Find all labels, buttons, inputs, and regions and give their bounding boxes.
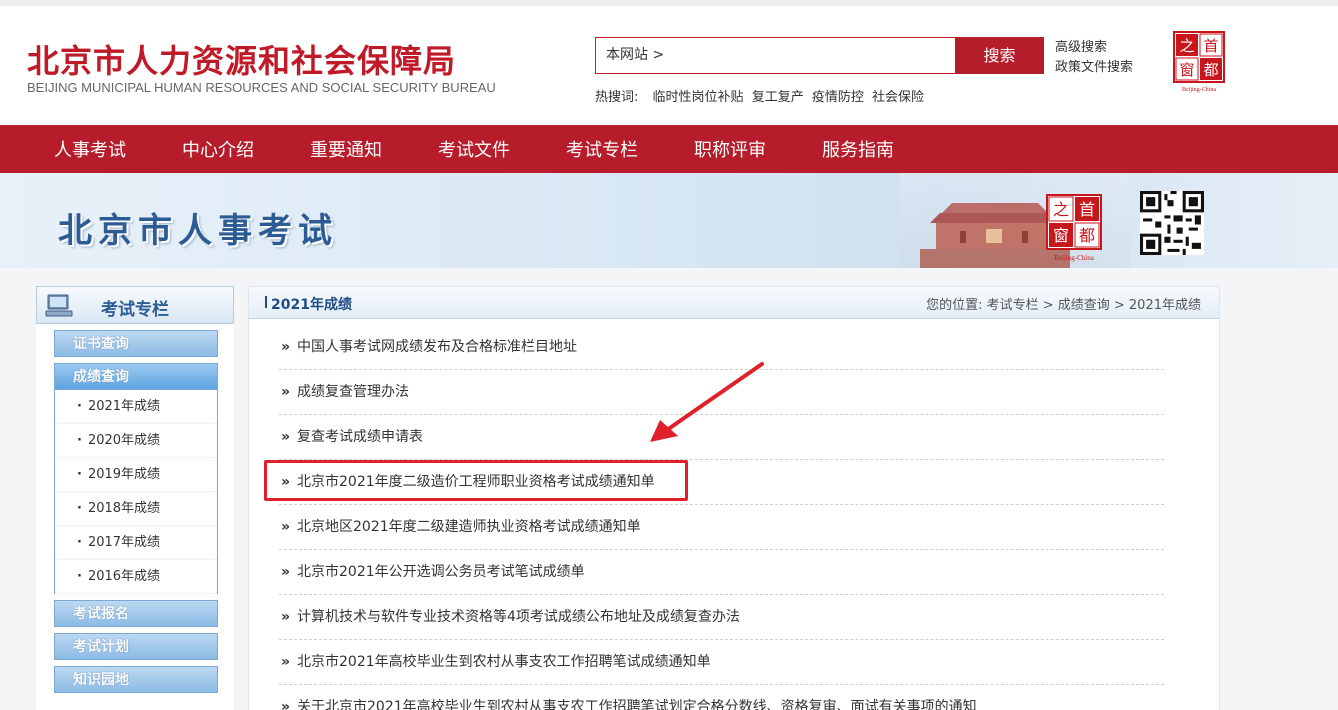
list-item[interactable]: 计算机技术与软件专业技术资格等4项考试成绩公布地址及成绩复查办法 [279, 595, 1164, 640]
list-item[interactable]: 关于北京市2021年高校毕业生到农村从事支农工作招聘笔试划定合格分数线、资格复审… [279, 685, 1164, 710]
banner-title: 北京市人事考试 [58, 211, 338, 251]
sidebar: 考试专栏 证书查询 成绩查询 2021年成绩 2020年成绩 2019年成绩 2… [36, 286, 234, 710]
seal-caption: Beijing-China [1054, 254, 1095, 262]
seal-char: 窗 [1053, 226, 1069, 245]
main-area: 考试专栏 证书查询 成绩查询 2021年成绩 2020年成绩 2019年成绩 2… [0, 268, 1338, 710]
nav-item-column[interactable]: 考试专栏 [566, 136, 638, 162]
seal-char: 首 [1203, 37, 1218, 55]
sidebar-item-cert[interactable]: 证书查询 [54, 330, 218, 357]
list-item[interactable]: 北京地区2021年度二级建造师执业资格考试成绩通知单 [279, 505, 1164, 550]
sidebar-item-plan[interactable]: 考试计划 [54, 633, 218, 660]
list-item[interactable]: 成绩复查管理办法 [279, 370, 1164, 415]
sidebar-subitem-2016[interactable]: 2016年成绩 [55, 560, 217, 594]
page-banner: 北京市人事考试 之 首 窗 都 Beijing-China [0, 173, 1338, 268]
search-button[interactable]: 搜索 [955, 37, 1044, 74]
seal-char: 首 [1079, 200, 1095, 219]
sidebar-subitem-2017[interactable]: 2017年成绩 [55, 526, 217, 560]
hot-search-terms: 热搜词: 临时性岗位补贴 复工复产 疫情防控 社会保险 [595, 86, 928, 105]
list-item[interactable]: 中国人事考试网成绩发布及合格标准栏目地址 [279, 325, 1164, 370]
site-header: 北京市人力资源和社会保障局 BEIJING MUNICIPAL HUMAN RE… [0, 6, 1338, 125]
hot-term[interactable]: 临时性岗位补贴 [653, 90, 744, 105]
hot-search-label: 热搜词: [595, 90, 639, 105]
seal-caption: Beijing-China [1182, 87, 1216, 93]
site-logo-cn[interactable]: 北京市人力资源和社会保障局 [27, 36, 456, 82]
site-logo-en: BEIJING MUNICIPAL HUMAN RESOURCES AND SO… [27, 80, 496, 95]
seal-char: 都 [1203, 61, 1218, 79]
result-list: 中国人事考试网成绩发布及合格标准栏目地址 成绩复查管理办法 复查考试成绩申请表 … [279, 325, 1164, 710]
seal-char: 之 [1053, 200, 1069, 219]
sidebar-item-signup[interactable]: 考试报名 [54, 600, 218, 627]
nav-item-files[interactable]: 考试文件 [438, 136, 510, 162]
list-item[interactable]: 复查考试成绩申请表 [279, 415, 1164, 460]
hot-term[interactable]: 复工复产 [752, 90, 804, 105]
section-title: 2021年成绩 [265, 294, 352, 314]
seal-char: 之 [1179, 37, 1194, 55]
sidebar-item-knowledge[interactable]: 知识园地 [54, 666, 218, 693]
capital-window-seal-icon[interactable]: 之 首 窗 都 Beijing-China [1172, 30, 1228, 94]
content-header: 2021年成绩 您的位置: 考试专栏 > 成绩查询 > 2021年成绩 [249, 287, 1219, 319]
list-item[interactable]: 北京市2021年公开选调公务员考试笔试成绩单 [279, 550, 1164, 595]
advanced-search-link[interactable]: 高级搜索 [1055, 38, 1133, 58]
sidebar-subitem-2019[interactable]: 2019年成绩 [55, 458, 217, 492]
hot-term[interactable]: 疫情防控 [812, 90, 864, 105]
content-panel: 2021年成绩 您的位置: 考试专栏 > 成绩查询 > 2021年成绩 中国人事… [248, 286, 1220, 710]
computer-icon [45, 294, 73, 317]
sidebar-subitem-2021[interactable]: 2021年成绩 [55, 390, 217, 424]
nav-item-exam[interactable]: 人事考试 [54, 136, 126, 162]
nav-item-service[interactable]: 服务指南 [822, 136, 894, 162]
qr-code-icon[interactable] [1140, 191, 1204, 255]
seal-char: 都 [1079, 226, 1095, 245]
policy-search-link[interactable]: 政策文件搜索 [1055, 58, 1133, 78]
hot-term[interactable]: 社会保险 [872, 90, 924, 105]
nav-item-notice[interactable]: 重要通知 [310, 136, 382, 162]
sidebar-subitem-2020[interactable]: 2020年成绩 [55, 424, 217, 458]
banner-seal-icon: 之 首 窗 都 Beijing-China [1046, 194, 1102, 262]
search-input[interactable]: 本网站 > [595, 37, 955, 74]
nav-item-center[interactable]: 中心介绍 [182, 136, 254, 162]
sidebar-title: 考试专栏 [101, 300, 169, 320]
score-year-list: 2021年成绩 2020年成绩 2019年成绩 2018年成绩 2017年成绩 … [54, 390, 218, 594]
main-nav: 人事考试 中心介绍 重要通知 考试文件 考试专栏 职称评审 服务指南 [0, 125, 1338, 173]
sidebar-item-score[interactable]: 成绩查询 [54, 363, 218, 390]
sidebar-subitem-2018[interactable]: 2018年成绩 [55, 492, 217, 526]
list-item[interactable]: 北京市2021年高校毕业生到农村从事支农工作招聘笔试成绩通知单 [279, 640, 1164, 685]
sidebar-header: 考试专栏 [36, 286, 234, 324]
breadcrumb: 您的位置: 考试专栏 > 成绩查询 > 2021年成绩 [926, 298, 1201, 313]
seal-char: 窗 [1179, 61, 1194, 79]
nav-item-title-review[interactable]: 职称评审 [694, 136, 766, 162]
search-links: 高级搜索 政策文件搜索 [1055, 38, 1133, 78]
list-item[interactable]: 北京市2021年度二级造价工程师职业资格考试成绩通知单 [279, 460, 1164, 505]
